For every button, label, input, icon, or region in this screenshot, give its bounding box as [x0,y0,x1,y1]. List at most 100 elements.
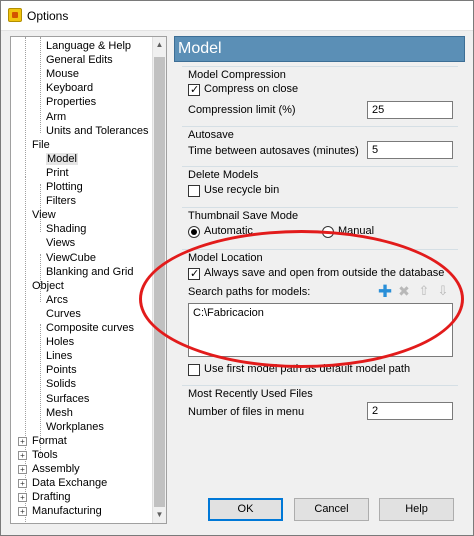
tree-item[interactable]: Composite curves [46,321,134,335]
recent-files-count-input[interactable]: 2 [367,402,453,420]
move-down-icon[interactable]: ⇩ [435,284,451,300]
tree-item-label: Lines [46,350,73,363]
compress-on-close-checkbox[interactable] [188,83,200,96]
manual-radio[interactable] [322,226,334,238]
tree-item-label: Object [32,279,64,292]
tree-item[interactable]: Model [46,152,78,166]
tree-item[interactable]: Blanking and Grid [46,265,133,279]
tree-item[interactable]: Mesh [46,406,73,420]
tree-item[interactable]: Workplanes [46,420,104,434]
tree-item[interactable]: + Drafting [18,490,71,504]
tree-item[interactable]: + Tools [18,448,58,462]
tree-item[interactable]: Object [32,279,64,293]
add-path-icon[interactable]: ✚ [377,284,393,301]
tree-item[interactable]: + Format [18,434,67,448]
always-save-outside-db-checkbox[interactable] [188,267,200,280]
tree-item[interactable]: + Data Exchange [18,476,108,490]
tree-item[interactable]: Arcs [46,293,68,307]
tree-item-label: Surfaces [46,392,90,405]
tree-item-label: Points [46,364,77,377]
tree-scrollbar[interactable]: ▲ ▼ [152,37,166,523]
recycle-bin-label: Use recycle bin [204,184,280,196]
autosave-group: Autosave Time between autosaves (minutes… [182,126,458,162]
scroll-up-arrow-icon[interactable]: ▲ [153,37,166,53]
tree-item[interactable]: + Manufacturing [18,504,102,518]
tree-item[interactable]: Views [46,236,75,250]
app-icon [8,8,22,22]
tree-item-label: ViewCube [46,251,96,264]
compress-on-close-label: Compress on close [204,83,299,95]
compression-limit-input[interactable]: 25 [367,101,453,119]
tree-item-label: Shading [46,223,87,236]
tree-item[interactable]: View [32,208,56,222]
tree-item[interactable]: Print [46,166,69,180]
tree-item[interactable]: Units and Tolerances [46,124,149,138]
move-up-icon[interactable]: ⇧ [416,284,432,300]
scroll-thumb[interactable] [154,57,165,507]
tree-item[interactable]: ViewCube [46,251,96,265]
tree-item[interactable]: Holes [46,335,74,349]
compression-limit-label: Compression limit (%) [188,104,296,116]
manual-label: Manual [338,225,375,237]
tree-item-label: Mesh [46,406,73,419]
delete-path-icon[interactable]: ✖ [396,284,412,300]
tree-item[interactable]: Properties [46,95,96,109]
group-title: Autosave [188,129,234,141]
expand-icon[interactable]: + [18,507,27,517]
group-title: Thumbnail Save Mode [188,210,299,222]
tree-item-label: Arcs [46,293,68,306]
tree-item[interactable]: Keyboard [46,81,93,95]
tree-item[interactable]: Filters [46,194,76,208]
search-paths-label: Search paths for models: [188,286,311,298]
panel-header: Model [174,36,465,62]
automatic-radio[interactable] [188,226,200,238]
tree-item[interactable]: Shading [46,222,86,236]
tree-item[interactable]: Mouse [46,67,79,81]
tree-item-label: Language & Help [46,40,132,52]
group-title: Delete Models [188,169,259,181]
tree-guide-line [40,37,41,133]
tree-item[interactable]: Points [46,363,77,377]
scroll-down-arrow-icon[interactable]: ▼ [153,507,166,523]
recent-files-group: Most Recently Used Files Number of files… [182,385,458,425]
search-paths-list[interactable]: C:\Fabricacion [188,303,453,357]
tree-item-label: Data Exchange [32,477,108,490]
help-button[interactable]: Help [379,498,454,521]
ok-button[interactable]: OK [208,498,283,521]
tree-item[interactable]: Solids [46,377,76,391]
tree-item[interactable]: Arm [46,110,66,124]
tree-guide-line [25,37,26,177]
tree-item-label: Holes [46,336,75,349]
tree-item[interactable]: Surfaces [46,392,89,406]
tree-item-label: Solids [46,378,76,391]
always-save-outside-db-label: Always save and open from outside the da… [204,267,445,279]
tree-item-label: Blanking and Grid [46,265,134,278]
tree-item-label: Drafting [32,491,71,504]
first-path-default-checkbox[interactable] [188,364,200,376]
tree-item[interactable]: + Assembly [18,462,80,476]
tree-item[interactable]: Lines [46,349,72,363]
recent-files-count-label: Number of files in menu [188,406,305,418]
tree-item[interactable]: Plotting [46,180,83,194]
group-title: Most Recently Used Files [188,388,313,400]
search-path-item[interactable]: C:\Fabricacion [193,307,264,319]
tree-item-label: Views [46,237,76,250]
options-window: Options Language & Help General Edits Mous… [0,0,474,536]
expand-icon[interactable]: + [18,479,27,489]
tree-item-label: Tools [32,448,58,461]
tree-item[interactable]: File [32,138,50,152]
tree-item-label: Arm [46,110,67,123]
expand-icon[interactable]: + [18,465,27,474]
expand-icon[interactable]: + [18,493,27,503]
expand-icon[interactable]: + [18,450,27,460]
tree-item[interactable]: Language & Help [46,39,131,53]
autosave-time-input[interactable]: 5 [367,141,453,159]
title-bar: Options [1,1,473,31]
tree-item[interactable]: General Edits [46,53,113,67]
recycle-bin-checkbox[interactable] [188,185,200,197]
cancel-button[interactable]: Cancel [294,498,369,521]
tree-item-label: Composite curves [46,322,135,334]
tree-item-label: Manufacturing [32,505,102,518]
expand-icon[interactable]: + [18,436,27,446]
tree-item[interactable]: Curves [46,307,81,321]
